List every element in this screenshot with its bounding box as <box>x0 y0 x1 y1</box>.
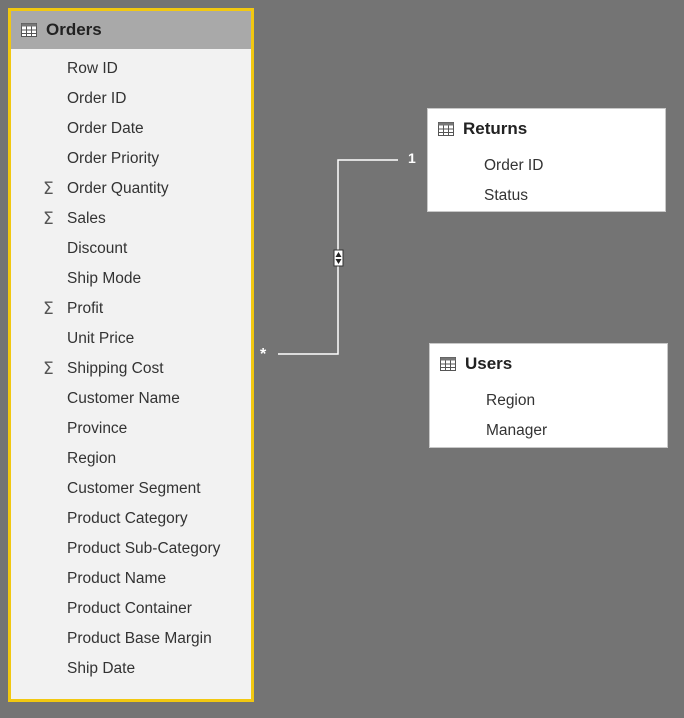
field-row[interactable]: Order ID <box>11 84 251 114</box>
field-row[interactable]: Customer Name <box>11 384 251 414</box>
relationship-one-label: 1 <box>408 150 416 166</box>
field-row[interactable]: Unit Price <box>11 324 251 354</box>
field-row[interactable]: Order Date <box>11 114 251 144</box>
field-label: Product Category <box>67 510 188 527</box>
orders-field-list: Row ID Order ID Order Date Order Priority Σ O… <box>11 49 251 684</box>
field-label: Ship Date <box>67 660 136 677</box>
field-label: Sales <box>67 210 106 227</box>
field-label: Region <box>67 450 117 467</box>
field-row[interactable]: Σ Sales <box>11 204 251 234</box>
orders-table-card[interactable]: Orders Row ID Order ID Order Date Order Pri… <box>8 8 254 702</box>
field-row[interactable]: Σ Order Quantity <box>11 174 251 204</box>
returns-table-card[interactable]: Returns Order ID Status <box>427 108 666 212</box>
field-row[interactable]: Manager <box>430 416 667 446</box>
users-table-title: Users <box>465 354 513 373</box>
field-row[interactable]: Region <box>430 386 667 416</box>
field-label: Product Base Margin <box>67 630 212 647</box>
field-row[interactable]: Customer Segment <box>11 474 251 504</box>
table-icon <box>21 23 37 37</box>
field-row[interactable]: Product Sub-Category <box>11 534 251 564</box>
field-label: Product Name <box>67 570 167 587</box>
field-label: Region <box>486 392 536 409</box>
field-label: Order ID <box>484 157 544 174</box>
field-row[interactable]: Σ Shipping Cost <box>11 354 251 384</box>
field-label: Product Container <box>67 600 192 617</box>
field-row[interactable]: Province <box>11 414 251 444</box>
field-label: Customer Segment <box>67 480 201 497</box>
field-label: Row ID <box>67 60 118 77</box>
field-row[interactable]: Region <box>11 444 251 474</box>
field-label: Province <box>67 420 128 437</box>
field-row[interactable]: Order ID <box>428 151 665 181</box>
table-icon <box>440 357 456 371</box>
field-label: Discount <box>67 240 128 257</box>
field-row[interactable]: Product Container <box>11 594 251 624</box>
sum-icon: Σ <box>43 209 54 229</box>
orders-table-title: Orders <box>46 20 102 39</box>
field-row[interactable]: Row ID <box>11 54 251 84</box>
users-table-card[interactable]: Users Region Manager <box>429 343 668 448</box>
field-label: Manager <box>486 422 548 439</box>
field-label: Order ID <box>67 90 127 107</box>
field-row[interactable]: Discount <box>11 234 251 264</box>
field-label: Profit <box>67 300 104 317</box>
field-label: Order Quantity <box>67 180 169 197</box>
relationship-many-label: * <box>260 346 267 363</box>
field-row[interactable]: Ship Date <box>11 654 251 684</box>
returns-table-title: Returns <box>463 119 528 138</box>
field-label: Status <box>484 187 528 204</box>
sum-icon: Σ <box>43 299 54 319</box>
field-row[interactable]: Product Category <box>11 504 251 534</box>
sum-icon: Σ <box>43 359 54 379</box>
field-label: Order Date <box>67 120 144 137</box>
returns-field-list: Order ID Status <box>428 151 665 211</box>
field-label: Customer Name <box>67 390 180 407</box>
field-row[interactable]: Status <box>428 181 665 211</box>
sum-icon: Σ <box>43 179 54 199</box>
field-label: Ship Mode <box>67 270 142 287</box>
field-row[interactable]: Order Priority <box>11 144 251 174</box>
field-row[interactable]: Product Base Margin <box>11 624 251 654</box>
users-field-list: Region Manager <box>430 386 667 446</box>
users-table-header[interactable]: Users <box>430 344 667 384</box>
field-row[interactable]: Ship Mode <box>11 264 251 294</box>
field-label: Product Sub-Category <box>67 540 221 557</box>
field-row[interactable]: Σ Profit <box>11 294 251 324</box>
cross-filter-direction-icon <box>333 249 344 267</box>
field-label: Unit Price <box>67 330 135 347</box>
field-label: Order Priority <box>67 150 160 167</box>
returns-table-header[interactable]: Returns <box>428 109 665 149</box>
field-row[interactable]: Product Name <box>11 564 251 594</box>
field-label: Shipping Cost <box>67 360 164 377</box>
table-icon <box>438 122 454 136</box>
orders-table-header[interactable]: Orders <box>11 11 251 49</box>
